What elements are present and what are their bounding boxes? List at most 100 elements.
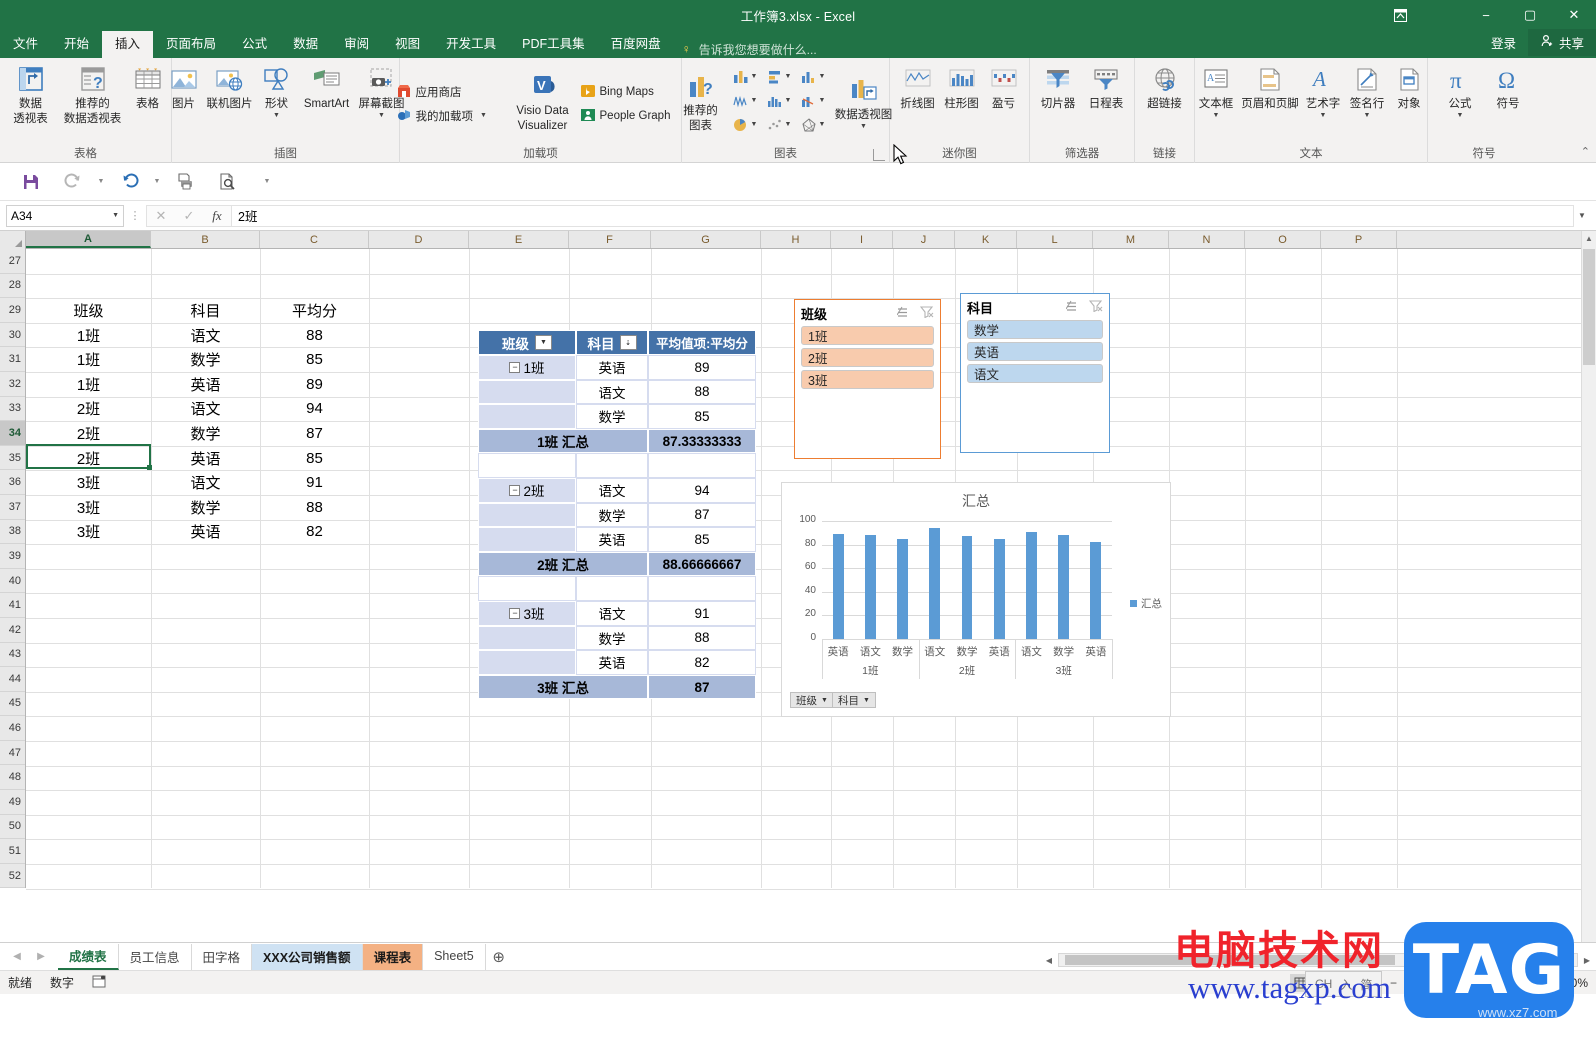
pivot-row[interactable]: 数学 88 [478, 625, 756, 651]
chart-bar[interactable] [897, 538, 909, 639]
pivot-subject-cell[interactable]: 语文 [576, 600, 648, 626]
close-button[interactable]: ✕ [1552, 0, 1596, 30]
ribbon-tab-pdftools[interactable]: PDF工具集 [509, 31, 598, 58]
ribbon-tab-insert[interactable]: 插入 [102, 31, 154, 58]
chart-field-button-class[interactable]: 班级 ▼ [790, 692, 834, 708]
cell-A32[interactable]: 1班 [26, 372, 151, 397]
chart-bar[interactable] [1058, 535, 1070, 639]
row-header-49[interactable]: 49 [0, 790, 25, 815]
pivot-value-cell[interactable]: 82 [648, 650, 756, 675]
pivot-row[interactable]: 1班 汇总 87.33333333 [478, 428, 756, 454]
row-header-52[interactable]: 52 [0, 863, 25, 889]
column-header-I[interactable]: I [831, 231, 893, 248]
pivot-value-cell[interactable]: 88 [648, 379, 756, 405]
sheet-tab-tianzige[interactable]: 田字格 [192, 943, 253, 970]
column-header-G[interactable]: G [651, 231, 761, 248]
ribbon-tab-formulas[interactable]: 公式 [229, 31, 280, 58]
horizontal-scroll-thumb[interactable] [1065, 955, 1395, 965]
cell-B33[interactable]: 语文 [151, 397, 260, 422]
my-addins-button[interactable]: 我的加载项 ▼ [392, 105, 510, 128]
column-header-L[interactable]: L [1017, 231, 1093, 248]
chart-bar[interactable] [832, 533, 844, 639]
pivot-subject-cell[interactable]: 语文 [576, 379, 648, 405]
hscroll-left-icon[interactable]: ◀ [1040, 956, 1058, 965]
pivot-subject-cell[interactable]: 数学 [576, 404, 648, 429]
visio-data-visualizer-button[interactable]: V Visio Data Visualizer [510, 69, 576, 133]
cell-B38[interactable]: 英语 [151, 520, 260, 545]
row-header-47[interactable]: 47 [0, 740, 25, 766]
radar-chart-button[interactable]: ▼ [796, 113, 830, 137]
sheet-tab-kechengbiao[interactable]: 课程表 [362, 943, 424, 970]
cell-B31[interactable]: 数学 [151, 347, 260, 372]
slicer-class-item-1[interactable]: 2班 [801, 348, 934, 367]
pivot-group-label[interactable]: −3班 [478, 600, 576, 626]
ribbon-tab-home[interactable]: 开始 [51, 31, 102, 58]
slicer-class[interactable]: 班级 1班 2班 3班 [794, 299, 941, 459]
slicer-subject[interactable]: 科目 数学 英语 语文 [960, 293, 1110, 453]
pivot-group-continuation[interactable] [478, 650, 576, 675]
row-header-38[interactable]: 38 [0, 519, 25, 545]
waterfall-chart-button[interactable]: ▼ [728, 89, 762, 113]
pivot-value-cell[interactable]: 87 [648, 502, 756, 528]
undo-caret-icon[interactable]: ▼ [150, 167, 164, 197]
ribbon-tab-file[interactable]: 文件 [0, 31, 51, 58]
pivot-chart-button[interactable]: 数据透视图 ▼ [830, 73, 898, 130]
cell-A34[interactable]: 2班 [26, 421, 151, 446]
ribbon-display-options-icon[interactable] [1380, 0, 1420, 30]
column-header-B[interactable]: B [151, 231, 260, 248]
pivot-group-continuation[interactable] [478, 502, 576, 528]
chart-field-button-subject[interactable]: 科目 ▼ [832, 692, 876, 708]
row-header-36[interactable]: 36 [0, 470, 25, 495]
column-header-F[interactable]: F [569, 231, 651, 248]
clear-filter-icon[interactable] [919, 305, 934, 321]
row-header-44[interactable]: 44 [0, 667, 25, 692]
line-chart-button[interactable]: ▼ [796, 65, 830, 89]
print-preview-icon[interactable] [206, 167, 248, 197]
cell-C38[interactable]: 82 [260, 520, 369, 545]
pivot-row[interactable]: 语文 88 [478, 379, 756, 405]
collapse-group-icon[interactable]: − [509, 361, 521, 373]
sheet-tab-sheet5[interactable]: Sheet5 [423, 943, 486, 970]
pivot-table-button[interactable]: 数据 透视表 [2, 62, 60, 126]
enter-formula-icon[interactable]: ✓ [175, 206, 203, 226]
maximize-button[interactable]: ▢ [1508, 0, 1552, 30]
ribbon-tab-data[interactable]: 数据 [280, 31, 331, 58]
pivot-row[interactable]: −1班 英语 89 [478, 355, 756, 380]
redo-icon[interactable] [52, 167, 94, 197]
row-header-48[interactable]: 48 [0, 765, 25, 791]
cell-B37[interactable]: 数学 [151, 495, 260, 520]
collapse-group-icon[interactable]: − [509, 607, 521, 619]
recommended-pivot-button[interactable]: ? 推荐的 数据透视表 [60, 62, 126, 126]
chart-bar[interactable] [961, 536, 973, 639]
equation-caret-icon[interactable]: ▼ [1457, 112, 1464, 119]
cell-header-1[interactable]: 科目 [151, 298, 260, 323]
cell-B32[interactable]: 英语 [151, 372, 260, 397]
column-header-E[interactable]: E [469, 231, 569, 248]
formula-input[interactable]: 2班 [232, 204, 1574, 227]
row-header-41[interactable]: 41 [0, 593, 25, 618]
hscroll-right-icon[interactable]: ▶ [1578, 956, 1596, 965]
name-box[interactable]: A34 ▼ [6, 204, 124, 227]
ribbon-tab-pagelayout[interactable]: 页面布局 [153, 31, 229, 58]
column-header-A[interactable]: A [26, 231, 151, 248]
pivot-group-label[interactable]: −2班 [478, 477, 576, 503]
screenshot-caret-icon[interactable]: ▼ [378, 112, 385, 119]
cell-header-2[interactable]: 平均分 [260, 298, 369, 323]
timeline-button[interactable]: 日程表 [1082, 62, 1130, 111]
cell-area[interactable]: 班级 科目 平均分 1班 语文 88 1班 数学 85 1班 英语 89 2班 语文 94 2班 数学 87 2班英… [26, 249, 1596, 890]
cell-B35[interactable]: 英语 [151, 446, 260, 471]
chart-legend[interactable]: 汇总 [1130, 596, 1162, 611]
expand-formula-bar-icon[interactable]: ▼ [1574, 211, 1590, 220]
sparkline-line-button[interactable]: 折线图 [896, 62, 940, 111]
my-addins-caret-icon[interactable]: ▼ [480, 112, 487, 119]
row-header-28[interactable]: 28 [0, 273, 25, 299]
cell-B34[interactable]: 数学 [151, 421, 260, 446]
pivot-value-cell[interactable]: 85 [648, 527, 756, 552]
sign-in-button[interactable]: 登录 [1479, 29, 1528, 56]
pivot-subject-cell[interactable]: 数学 [576, 625, 648, 651]
pivot-group-continuation[interactable] [478, 527, 576, 552]
slicer-subject-item-0[interactable]: 数学 [967, 320, 1103, 339]
cell-A30[interactable]: 1班 [26, 323, 151, 348]
sparkline-winloss-button[interactable]: 盈亏 [984, 62, 1024, 111]
slicer-class-item-2[interactable]: 3班 [801, 370, 934, 389]
